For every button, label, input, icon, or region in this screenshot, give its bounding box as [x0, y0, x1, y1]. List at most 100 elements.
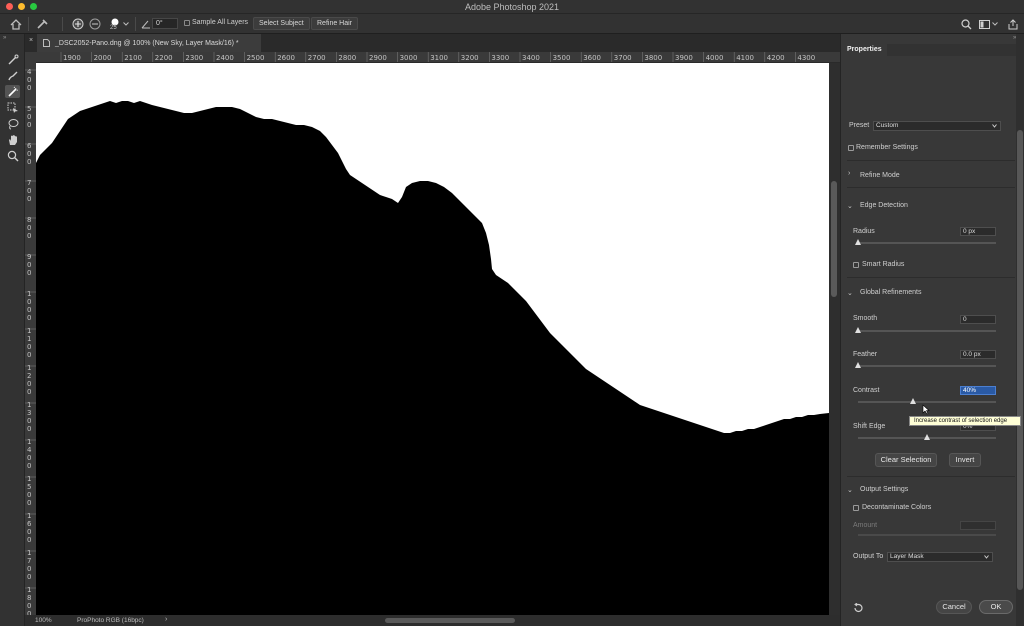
- contrast-label: Contrast: [853, 387, 880, 394]
- layer-mask-canvas[interactable]: [36, 63, 829, 615]
- ruler-tick-label: 2300: [185, 54, 203, 62]
- shift-edge-slider-thumb[interactable]: [924, 434, 930, 440]
- vertical-scroll-thumb[interactable]: [831, 181, 837, 297]
- sample-all-layers-checkbox[interactable]: [184, 20, 190, 26]
- select-subject-button[interactable]: Select Subject: [253, 17, 310, 30]
- preset-label: Preset: [849, 122, 870, 129]
- preset-value: Custom: [876, 122, 899, 129]
- feather-slider-thumb[interactable]: [855, 362, 861, 368]
- smooth-slider-track[interactable]: [858, 330, 996, 332]
- ruler-tick-label: 1: [27, 364, 31, 372]
- refine-hair-button[interactable]: Refine Hair: [311, 17, 359, 30]
- ruler-tick-label: 2800: [338, 54, 356, 62]
- properties-scroll-thumb[interactable]: [1017, 130, 1023, 590]
- remember-settings-checkbox[interactable]: [848, 145, 854, 151]
- ruler-tick-label: 2000: [94, 54, 112, 62]
- quick-selection-tool-icon[interactable]: [5, 85, 20, 98]
- chevron-down-icon[interactable]: [122, 17, 130, 31]
- status-chevron-icon[interactable]: ›: [165, 616, 167, 623]
- zoom-tool-icon[interactable]: [5, 149, 20, 162]
- ruler-tick-label: 0: [27, 499, 31, 507]
- share-icon[interactable]: [1007, 17, 1019, 31]
- horizontal-ruler[interactable]: 1900 2000 2100 2200 2300 2400 2500 2600 2700 2800…: [36, 52, 840, 63]
- ruler-tick-label: 0: [27, 602, 31, 610]
- canvas-vertical-scrollbar[interactable]: [829, 63, 840, 615]
- radius-slider-thumb[interactable]: [855, 239, 861, 245]
- ruler-tick-label: 1: [27, 290, 31, 298]
- ruler-tick-label: 0: [27, 351, 31, 359]
- ruler-tick-label: 6: [27, 520, 32, 528]
- properties-panel: » Properties Preset Custom Remember Sett…: [840, 34, 1024, 626]
- contrast-slider-thumb[interactable]: [910, 398, 917, 404]
- home-icon[interactable]: [8, 17, 24, 31]
- lasso-tool-icon[interactable]: [5, 117, 20, 130]
- expand-toolbar-icon[interactable]: »: [3, 35, 6, 41]
- angle-field[interactable]: 0°: [152, 18, 178, 29]
- contrast-field[interactable]: 40%: [960, 386, 996, 395]
- radius-slider-track[interactable]: [858, 242, 996, 244]
- output-settings-chevron-icon[interactable]: ⌄: [847, 486, 853, 494]
- remember-settings-label: Remember Settings: [856, 144, 918, 151]
- decontaminate-colors-checkbox[interactable]: [853, 505, 859, 511]
- brush-tool-icon[interactable]: [5, 69, 20, 82]
- ruler-tick-label: 4: [27, 68, 32, 76]
- ruler-tick-label: 0: [27, 269, 31, 277]
- radius-label: Radius: [853, 228, 875, 235]
- tools-panel: »: [0, 34, 25, 626]
- ruler-tick-label: 2: [27, 372, 31, 380]
- hand-tool-icon[interactable]: [5, 133, 20, 146]
- properties-scrollbar[interactable]: [1016, 34, 1024, 626]
- search-icon[interactable]: [960, 17, 972, 31]
- refine-mode-chevron-icon[interactable]: ›: [848, 170, 850, 177]
- subtract-from-selection-icon[interactable]: [88, 17, 102, 31]
- ruler-tick-label: 0: [27, 380, 31, 388]
- radius-field[interactable]: 0 px: [960, 227, 996, 236]
- vertical-ruler[interactable]: 4005006007008009001000110012001300140015…: [25, 52, 36, 615]
- ruler-tick-label: 1900: [63, 54, 81, 62]
- document-tab[interactable]: _DSC2052-Pano.dng @ 100% (New Sky, Layer…: [37, 34, 261, 52]
- horizontal-scroll-thumb[interactable]: [385, 618, 515, 623]
- global-refinements-section[interactable]: Global Refinements: [860, 289, 921, 296]
- workspace-chevron-icon[interactable]: [991, 17, 999, 31]
- ruler-tick-label: 0: [27, 314, 31, 322]
- smooth-field[interactable]: 0: [960, 315, 996, 324]
- feather-slider-track[interactable]: [858, 365, 996, 367]
- close-tab-icon[interactable]: ×: [29, 37, 33, 44]
- cancel-button[interactable]: Cancel: [936, 600, 972, 614]
- ruler-tick-label: 1: [27, 475, 31, 483]
- ruler-tick-label: 0: [27, 224, 31, 232]
- ruler-tick-label: 3800: [644, 54, 662, 62]
- ruler-tick-label: 3: [27, 409, 31, 417]
- canvas-area[interactable]: [36, 63, 840, 615]
- invert-button[interactable]: Invert: [949, 453, 981, 467]
- contrast-slider-track[interactable]: [858, 401, 996, 403]
- output-settings-section[interactable]: Output Settings: [860, 486, 908, 493]
- smooth-slider-thumb[interactable]: [855, 327, 861, 333]
- reset-icon[interactable]: [853, 602, 864, 615]
- output-to-value: Layer Mask: [890, 553, 924, 560]
- workspace-icon[interactable]: [978, 17, 990, 31]
- refine-mode-section[interactable]: Refine Mode: [860, 172, 900, 179]
- smart-radius-checkbox[interactable]: [853, 262, 859, 268]
- global-refinements-chevron-icon[interactable]: ⌄: [847, 289, 853, 297]
- ruler-tick-label: 0: [27, 306, 31, 314]
- clear-selection-button[interactable]: Clear Selection: [875, 453, 937, 467]
- ruler-tick-label: 3200: [461, 54, 479, 62]
- refine-edge-brush-tool-icon[interactable]: [5, 53, 20, 66]
- angle-icon: [140, 17, 152, 31]
- add-to-selection-icon[interactable]: [71, 17, 85, 31]
- ok-button[interactable]: OK: [979, 600, 1013, 614]
- tab-properties[interactable]: Properties: [841, 44, 887, 56]
- output-to-dropdown[interactable]: Layer Mask: [887, 552, 993, 562]
- sample-all-layers-label: Sample All Layers: [192, 19, 249, 26]
- zoom-level[interactable]: 100%: [35, 617, 52, 624]
- brush-size-value: 25: [110, 25, 117, 31]
- shift-edge-label: Shift Edge: [853, 423, 886, 430]
- object-selection-tool-icon[interactable]: [5, 101, 20, 114]
- preset-dropdown[interactable]: Custom: [873, 121, 1001, 131]
- edge-detection-chevron-icon[interactable]: ⌄: [847, 202, 853, 210]
- edge-detection-section[interactable]: Edge Detection: [860, 202, 908, 209]
- quick-selection-tool-preset-icon[interactable]: [34, 17, 50, 31]
- ruler-tick-label: 3700: [614, 54, 632, 62]
- feather-field[interactable]: 0.0 px: [960, 350, 996, 359]
